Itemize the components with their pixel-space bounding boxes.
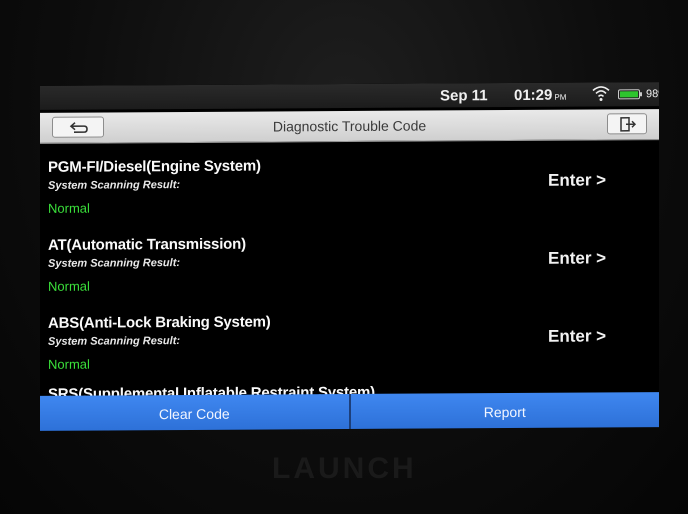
system-name: AT(Automatic Transmission) xyxy=(48,235,246,254)
device-screen: Sep 11 01:29 PM 98% Diagnostic Trouble Co… xyxy=(40,82,659,431)
system-list: PGM-FI/Diesel(Engine System) System Scan… xyxy=(40,142,659,398)
status-date: Sep 11 xyxy=(440,87,488,105)
system-name: PGM-FI/Diesel(Engine System) xyxy=(48,157,261,176)
status-bar: Sep 11 01:29 PM 98% xyxy=(40,82,659,110)
system-status: Normal xyxy=(48,278,90,294)
status-time: 01:29 PM xyxy=(514,87,566,104)
system-status: Normal xyxy=(48,200,90,216)
system-item[interactable]: PGM-FI/Diesel(Engine System) System Scan… xyxy=(40,142,659,224)
battery-percent: 98% xyxy=(646,88,659,101)
battery-tip xyxy=(640,92,642,97)
system-subtitle: System Scanning Result: xyxy=(48,335,181,348)
enter-button[interactable]: Enter > xyxy=(548,248,606,268)
battery-fill xyxy=(620,91,638,98)
clear-code-button[interactable]: Clear Code xyxy=(40,393,351,431)
exit-button[interactable] xyxy=(607,113,647,135)
page-title: Diagnostic Trouble Code xyxy=(272,117,427,135)
wifi-icon xyxy=(592,86,610,101)
enter-button[interactable]: Enter > xyxy=(548,326,606,346)
battery-icon xyxy=(618,89,640,100)
enter-button[interactable]: Enter > xyxy=(548,170,606,190)
system-subtitle: System Scanning Result: xyxy=(48,257,181,270)
bottom-action-bar: Clear Code Report xyxy=(40,392,659,431)
title-bar: Diagnostic Trouble Code xyxy=(40,109,659,144)
system-item[interactable]: AT(Automatic Transmission) System Scanni… xyxy=(40,220,659,302)
exit-icon xyxy=(620,117,637,132)
system-item[interactable]: ABS(Anti-Lock Braking System) System Sca… xyxy=(40,298,659,380)
system-status: Normal xyxy=(48,356,90,372)
status-time-value: 01:29 xyxy=(514,86,553,104)
brand-logo: LAUNCH xyxy=(272,452,417,485)
system-name: ABS(Anti-Lock Braking System) xyxy=(48,313,271,332)
system-subtitle: System Scanning Result: xyxy=(48,179,181,192)
status-ampm: PM xyxy=(554,92,567,102)
report-button[interactable]: Report xyxy=(350,392,659,431)
